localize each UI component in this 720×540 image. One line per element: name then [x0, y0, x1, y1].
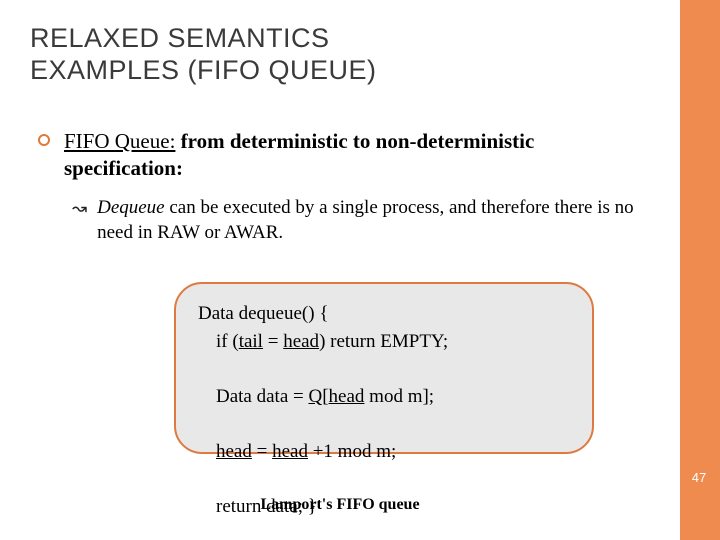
- bullet-level2: ↝ Dequeue can be executed by a single pr…: [72, 196, 640, 245]
- arrow-icon: ↝: [72, 198, 87, 219]
- page-number: 47: [688, 470, 710, 485]
- bullet2-text: Dequeue can be executed by a single proc…: [97, 196, 640, 245]
- bullet-icon: [38, 134, 50, 146]
- code-content: Data dequeue() { if (tail = head) return…: [198, 300, 570, 520]
- slide: RELAXED SEMANTICS EXAMPLES (FIFO QUEUE) …: [0, 0, 720, 540]
- caption: Lamport's FIFO queue: [0, 496, 680, 514]
- code-l1: Data dequeue() {: [198, 303, 328, 324]
- accent-strip: [680, 0, 720, 540]
- slide-title: RELAXED SEMANTICS EXAMPLES (FIFO QUEUE): [30, 22, 377, 87]
- bullet1-lead: FIFO Queue:: [64, 129, 175, 153]
- bullet1-text: FIFO Queue: from deterministic to non-de…: [64, 128, 640, 183]
- bullet2-rest: can be executed by a single process, and…: [97, 197, 634, 243]
- bullet-level1: FIFO Queue: from deterministic to non-de…: [38, 128, 640, 183]
- code-block: Data dequeue() { if (tail = head) return…: [174, 282, 594, 454]
- bullet2-lead: Dequeue: [97, 197, 165, 218]
